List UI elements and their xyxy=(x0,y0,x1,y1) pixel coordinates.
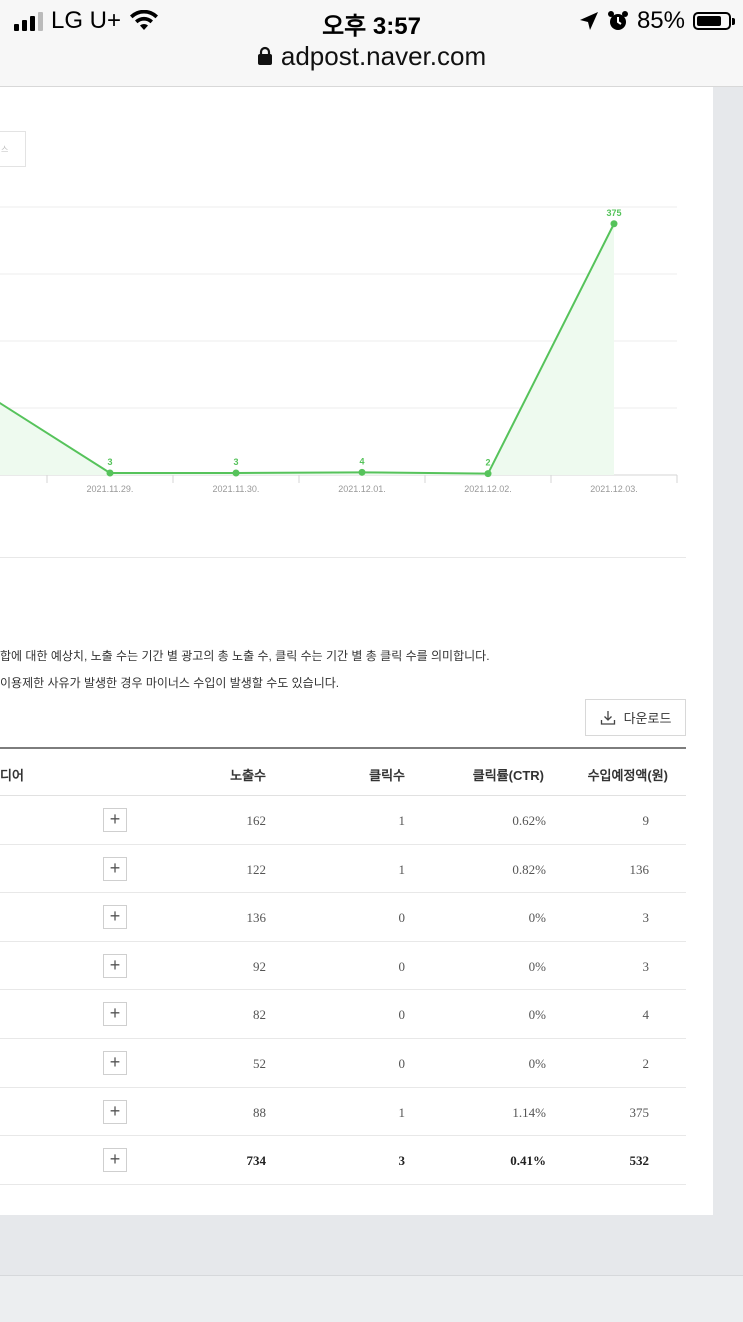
impressions-cell: 136 xyxy=(246,910,267,926)
clicks-cell: 0 xyxy=(398,910,406,926)
revenue-cell: 136 xyxy=(629,861,650,877)
x-tick-label: 2021.12.02. xyxy=(464,484,512,494)
browser-top-bar: LG U+ 오후 3:57 85% adpost.naver.com xyxy=(0,0,743,87)
header-revenue[interactable]: 수입예정액(원) xyxy=(588,765,668,784)
clicks-cell: 0 xyxy=(398,1007,406,1023)
clicks-cell: 0 xyxy=(398,958,406,974)
ctr-cell: 0.82% xyxy=(512,861,546,877)
ctr-cell: 0.41% xyxy=(510,1153,546,1169)
url-text[interactable]: adpost.naver.com xyxy=(281,41,486,72)
expand-button[interactable]: + xyxy=(103,905,127,930)
x-tick-label: 2021.12.01. xyxy=(338,484,386,494)
x-tick-label: 2021.11.30. xyxy=(213,484,260,494)
date-picker-text: 스 xyxy=(1,145,9,154)
series-area xyxy=(0,223,614,475)
right-gutter xyxy=(713,87,743,1277)
expand-button[interactable]: + xyxy=(103,808,127,832)
trend-chart: 334237528.2021.11.29.2021.11.30.2021.12.… xyxy=(0,206,678,494)
ctr-cell: 0% xyxy=(528,910,546,926)
revenue-cell: 532 xyxy=(629,1153,650,1169)
data-label: 2 xyxy=(485,458,490,468)
date-picker[interactable]: 스 xyxy=(0,131,26,167)
clicks-cell: 3 xyxy=(398,1153,406,1169)
expand-button[interactable]: + xyxy=(103,1050,127,1075)
data-point xyxy=(610,220,618,228)
location-arrow-icon xyxy=(579,12,598,30)
battery-percent: 85% xyxy=(636,7,685,34)
header-clicks[interactable]: 클릭수 xyxy=(369,765,405,784)
data-point xyxy=(232,469,240,477)
impressions-cell: 122 xyxy=(246,861,267,877)
header-media[interactable]: 디어 xyxy=(0,765,24,784)
ctr-cell: 0% xyxy=(528,1007,546,1023)
status-right: 85% xyxy=(579,6,735,36)
ctr-cell: 1.14% xyxy=(512,1104,546,1120)
table-header: 디어 노출수 클릭수 클릭률(CTR) 수입예정액(원) xyxy=(0,747,686,796)
data-label: 4 xyxy=(359,456,364,466)
alarm-icon xyxy=(607,11,628,30)
data-point xyxy=(106,469,114,477)
clicks-cell: 0 xyxy=(398,1055,406,1071)
x-tick-label: 2021.11.29. xyxy=(87,484,134,494)
chart-divider xyxy=(0,557,686,558)
footer-area xyxy=(0,1276,743,1322)
revenue-cell: 4 xyxy=(642,1007,650,1023)
ctr-cell: 0.62% xyxy=(512,813,546,828)
data-label: 375 xyxy=(606,208,621,218)
data-label: 3 xyxy=(107,457,112,467)
battery-icon xyxy=(693,12,735,30)
revenue-cell: 9 xyxy=(642,813,650,828)
table-row: +136 0 0% 3 xyxy=(0,893,686,942)
impressions-cell: 734 xyxy=(246,1153,267,1169)
expand-button[interactable]: + xyxy=(103,1099,127,1124)
table-row: +52 0 0% 2 xyxy=(0,1039,686,1088)
impressions-cell: 82 xyxy=(253,1007,266,1023)
expand-button[interactable]: + xyxy=(103,856,127,881)
table-row: +88 1 1.14% 375 xyxy=(0,1088,686,1137)
notes: 합에 대한 예상치, 노출 수는 기간 별 광고의 총 노출 수, 클릭 수는 … xyxy=(0,643,490,697)
download-label: 다운로드 xyxy=(623,711,672,726)
stats-table: 디어 노출수 클릭수 클릭률(CTR) 수입예정액(원) +162 1 0.62% 9… xyxy=(0,747,686,1185)
data-point xyxy=(358,468,366,476)
data-point xyxy=(484,470,492,478)
clicks-cell: 1 xyxy=(398,1104,406,1120)
table-row: +92 0 0% 3 xyxy=(0,942,686,991)
data-label: 3 xyxy=(233,457,238,467)
note-line-1: 합에 대한 예상치, 노출 수는 기간 별 광고의 총 노출 수, 클릭 수는 … xyxy=(0,649,490,663)
expand-button[interactable]: + xyxy=(103,1148,127,1173)
impressions-cell: 88 xyxy=(253,1104,266,1120)
content-panel: 스 334237528.2021.11.29.2021.11.30.2021.1… xyxy=(0,87,713,1215)
header-impressions[interactable]: 노출수 xyxy=(230,765,266,784)
download-button[interactable]: 다운로드 xyxy=(585,699,686,736)
download-icon xyxy=(600,710,615,725)
clicks-cell: 1 xyxy=(398,813,406,828)
lock-icon xyxy=(257,46,272,65)
impressions-cell: 52 xyxy=(253,1055,266,1071)
revenue-cell: 3 xyxy=(642,958,650,974)
impressions-cell: 162 xyxy=(246,813,267,828)
ctr-cell: 0% xyxy=(528,1055,546,1071)
clicks-cell: 1 xyxy=(398,861,406,877)
table-body: +162 1 0.62% 9 +122 1 0.82% 136 +136 0 0% 3 +92 0 0% 3 +… xyxy=(0,796,686,1185)
impressions-cell: 92 xyxy=(253,958,266,974)
expand-button[interactable]: + xyxy=(103,953,127,978)
revenue-cell: 375 xyxy=(629,1104,650,1120)
ctr-cell: 0% xyxy=(528,958,546,974)
revenue-cell: 2 xyxy=(642,1055,650,1071)
header-ctr[interactable]: 클릭률(CTR) xyxy=(473,765,544,784)
page-background xyxy=(0,1215,743,1275)
table-row: +122 1 0.82% 136 xyxy=(0,845,686,894)
expand-button[interactable]: + xyxy=(103,1002,127,1027)
table-row: +82 0 0% 4 xyxy=(0,990,686,1039)
revenue-cell: 3 xyxy=(642,910,650,926)
note-line-2: 이용제한 사유가 발생한 경우 마이너스 수입이 발생할 수도 있습니다. xyxy=(0,676,340,690)
table-row: +162 1 0.62% 9 xyxy=(0,796,686,845)
table-total-row: +734 3 0.41% 532 xyxy=(0,1136,686,1185)
x-tick-label: 2021.12.03. xyxy=(590,484,638,494)
url-bar[interactable]: adpost.naver.com xyxy=(0,40,743,72)
